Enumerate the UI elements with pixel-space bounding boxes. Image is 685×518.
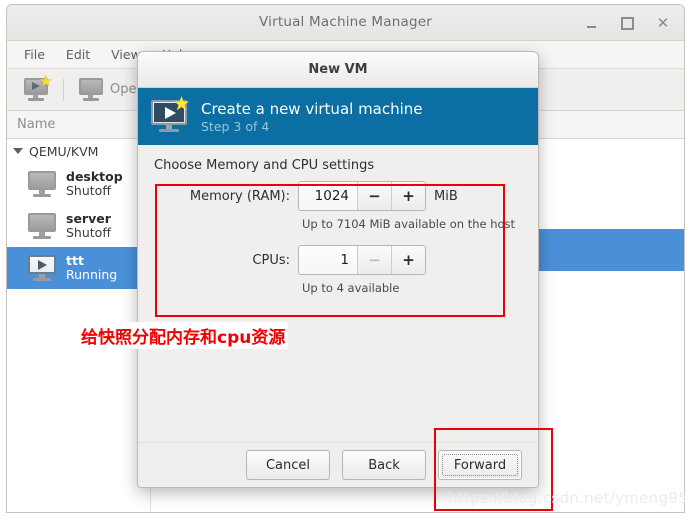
cpus-plus-button[interactable]: + [391,246,425,274]
memory-stepper[interactable]: − + [298,181,426,211]
vm-name: desktop [66,168,123,184]
annotation-note-chinese: 给快照分配内存和cpu资源 [78,322,289,349]
vm-row-server[interactable]: server Shutoff [7,205,150,247]
memory-minus-button[interactable]: − [357,182,391,210]
memory-unit-label: MiB [434,188,458,204]
monitor-icon [27,171,57,197]
vm-state: Shutoff [66,225,111,240]
vm-name: server [66,210,111,226]
section-label: Choose Memory and CPU settings [154,158,375,173]
new-vm-dialog: New VM ★ Create a new virtual machine St… [137,51,539,488]
menu-file[interactable]: File [15,44,54,65]
cpus-row: CPUs: − + [172,245,524,275]
watermark-text: https://blog.csdn.net/ymeng9527 [448,489,685,507]
cpus-hint: Up to 4 available [302,281,400,295]
tree-group-qemu-kvm[interactable]: QEMU/KVM [7,139,150,163]
dialog-heading: Create a new virtual machine [201,99,423,118]
vm-row-ttt[interactable]: ttt Running [7,247,150,289]
vm-state: Running [66,267,118,282]
cancel-button[interactable]: Cancel [246,450,330,480]
dialog-banner: ★ Create a new virtual machine Step 3 of… [138,88,538,145]
cpus-stepper[interactable]: − + [298,245,426,275]
cpus-label: CPUs: [252,252,290,268]
vm-name: ttt [66,252,84,268]
chevron-down-icon[interactable] [13,148,23,154]
memory-label: Memory (RAM): [189,188,290,204]
memory-input[interactable] [299,182,357,210]
star-icon: ★ [173,93,191,115]
dialog-title: New VM [308,62,368,77]
screenshot-root: Virtual Machine Manager ✕ File Edit View… [0,0,685,518]
forward-button[interactable]: Forward [438,450,522,480]
connection-label: QEMU/KVM [29,143,99,159]
maximize-icon[interactable] [614,10,640,36]
memory-hint: Up to 7104 MiB available on the host [302,217,516,231]
column-header-name[interactable]: Name [7,111,151,138]
cpus-minus-button: − [357,246,391,274]
toolbar-separator [63,78,64,101]
memory-plus-button[interactable]: + [391,182,425,210]
open-monitor-icon [78,78,104,101]
vm-row-desktop[interactable]: desktop Shutoff [7,163,150,205]
new-vm-button[interactable]: ★ [15,72,57,104]
close-icon[interactable]: ✕ [650,10,676,36]
dialog-body: Choose Memory and CPU settings Memory (R… [138,145,538,443]
cpus-input[interactable] [299,246,357,274]
dialog-footer: Cancel Back Forward [138,442,538,487]
monitor-icon [27,213,57,239]
vm-state: Shutoff [66,183,111,198]
monitor-running-icon [27,255,57,281]
back-button[interactable]: Back [342,450,426,480]
dialog-step-label: Step 3 of 4 [201,118,270,134]
star-icon: ★ [39,72,53,90]
window-controls: ✕ [578,5,676,41]
new-vm-icon: ★ [23,72,53,101]
window-titlebar: Virtual Machine Manager ✕ [7,5,684,41]
menu-edit[interactable]: Edit [57,44,99,65]
minimize-icon[interactable] [578,10,604,36]
new-vm-icon: ★ [151,95,190,133]
memory-cpu-settings: Memory (RAM): − + MiB Up to 7104 MiB ava… [154,181,524,295]
dialog-titlebar: New VM [138,52,538,88]
memory-row: Memory (RAM): − + MiB [172,181,524,211]
